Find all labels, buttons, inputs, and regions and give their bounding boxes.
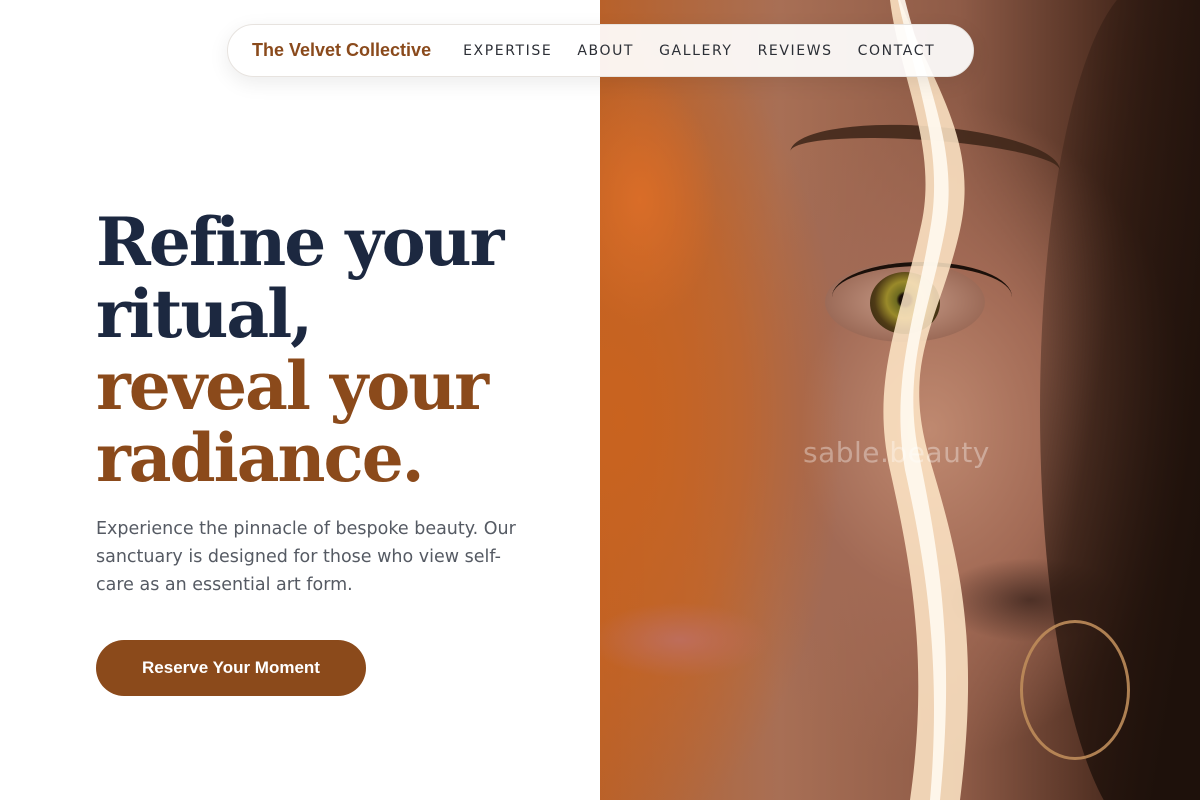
- nav-link-contact[interactable]: CONTACT: [858, 43, 936, 59]
- hero-headline: Refine your ritual, reveal your radiance…: [96, 206, 576, 494]
- hero-section: Refine your ritual, reveal your radiance…: [96, 206, 576, 494]
- headline-line-4: radiance.: [96, 419, 425, 497]
- hero-portrait-image: sable.beauty: [600, 0, 1200, 800]
- earring: [1020, 620, 1130, 760]
- top-nav: The Velvet Collective EXPERTISE ABOUT GA…: [227, 24, 974, 77]
- nav-link-reviews[interactable]: REVIEWS: [758, 43, 833, 59]
- nav-link-gallery[interactable]: GALLERY: [659, 43, 732, 59]
- reserve-button[interactable]: Reserve Your Moment: [96, 640, 366, 696]
- headline-line-3: reveal your: [96, 347, 489, 425]
- brand-logo-link[interactable]: The Velvet Collective: [252, 40, 431, 61]
- hero-subtext: Experience the pinnacle of bespoke beaut…: [96, 519, 516, 595]
- watermark-text: sable.beauty: [803, 436, 990, 469]
- nav-links: EXPERTISE ABOUT GALLERY REVIEWS CONTACT: [463, 43, 935, 59]
- nav-link-about[interactable]: ABOUT: [577, 43, 634, 59]
- headline-line-2: ritual,: [96, 275, 313, 353]
- nav-link-expertise[interactable]: EXPERTISE: [463, 43, 552, 59]
- headline-line-1: Refine your: [96, 203, 504, 281]
